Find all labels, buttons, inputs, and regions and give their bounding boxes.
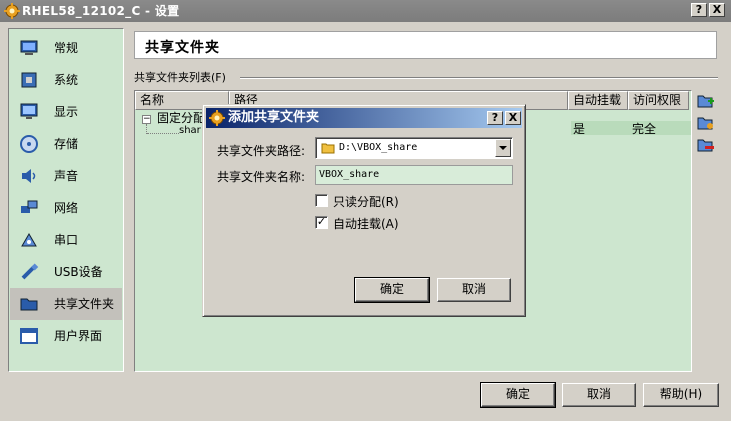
collapse-icon[interactable]: − bbox=[142, 115, 151, 124]
remove-shared-folder-icon[interactable] bbox=[697, 137, 715, 153]
shared-folder-list-label: 共享文件夹列表(F) bbox=[134, 71, 226, 84]
window-close-button[interactable]: X bbox=[709, 3, 725, 17]
serial-port-icon bbox=[21, 233, 37, 247]
storage-icon bbox=[20, 135, 38, 153]
window-title: RHEL58_12102_C - 设置 bbox=[22, 4, 180, 18]
sidebar-item-network[interactable]: 网络 bbox=[10, 192, 122, 224]
share-row-name[interactable]: shar bbox=[179, 124, 201, 138]
automount-label[interactable]: 自动挂载(A) bbox=[333, 215, 399, 232]
sidebar-item-serial-port[interactable]: 串口 bbox=[10, 224, 122, 256]
readonly-label[interactable]: 只读分配(R) bbox=[333, 193, 399, 210]
folder-name-label: 共享文件夹名称: bbox=[217, 170, 306, 184]
dialog-title: 添加共享文件夹 bbox=[228, 110, 320, 125]
display-icon bbox=[20, 103, 38, 119]
virtualbox-gear-icon bbox=[209, 110, 225, 126]
sidebar-item-user-interface[interactable]: 用户界面 bbox=[10, 320, 122, 352]
sidebar-item-storage[interactable]: 存储 bbox=[10, 128, 122, 160]
add-shared-folder-dialog: 添加共享文件夹 ? X 共享文件夹路径: D:\VBOX_share 共享文件夹… bbox=[202, 104, 526, 317]
folder-icon bbox=[321, 143, 335, 154]
sidebar-item-audio[interactable]: 声音 bbox=[10, 160, 122, 192]
sidebar-item-shared-folders[interactable]: 共享文件夹 bbox=[10, 288, 122, 320]
user-interface-icon bbox=[20, 328, 38, 344]
dialog-help-button[interactable]: ? bbox=[487, 111, 503, 125]
system-icon bbox=[21, 72, 37, 88]
automount-checkbox[interactable]: ✓ bbox=[315, 216, 328, 229]
tree-connector bbox=[147, 133, 179, 134]
column-header-auto-mount[interactable]: 自动挂载 bbox=[568, 91, 628, 110]
sidebar-item-display[interactable]: 显示 bbox=[10, 96, 122, 128]
readonly-checkbox[interactable] bbox=[315, 194, 328, 207]
usb-icon bbox=[21, 263, 39, 280]
sidebar-item-general[interactable]: 常规 bbox=[10, 32, 122, 64]
share-row-auto-mount: 是 bbox=[573, 122, 586, 136]
edit-shared-folder-icon[interactable] bbox=[697, 115, 715, 131]
add-shared-folder-icon[interactable] bbox=[697, 93, 715, 109]
dialog-ok-button[interactable]: 确定 bbox=[354, 277, 430, 303]
settings-sidebar: 常规 系统 显示 存储 声音 网络 串口 USB设备 共享文件夹 用户界面 bbox=[8, 28, 124, 372]
folder-path-label: 共享文件夹路径: bbox=[217, 144, 306, 158]
dropdown-arrow-icon[interactable] bbox=[495, 139, 511, 157]
cancel-button[interactable]: 取消 bbox=[562, 383, 636, 407]
dialog-close-button[interactable]: X bbox=[505, 111, 521, 125]
audio-icon bbox=[22, 169, 36, 183]
network-icon bbox=[21, 200, 38, 213]
window-titlebar: RHEL58_12102_C - 设置 ? X bbox=[0, 0, 731, 22]
column-header-access[interactable]: 访问权限 bbox=[628, 91, 689, 110]
page-title: 共享文件夹 bbox=[145, 40, 220, 56]
share-row-access: 完全 bbox=[632, 122, 657, 136]
sidebar-item-system[interactable]: 系统 bbox=[10, 64, 122, 96]
help-button[interactable]: 帮助(H) bbox=[643, 383, 719, 407]
ok-button[interactable]: 确定 bbox=[480, 382, 556, 408]
dialog-cancel-button[interactable]: 取消 bbox=[437, 278, 511, 302]
folder-name-value: VBOX_share bbox=[319, 169, 380, 180]
folder-path-combobox[interactable]: D:\VBOX_share bbox=[315, 137, 513, 159]
folder-path-value: D:\VBOX_share bbox=[339, 142, 418, 153]
window-help-button[interactable]: ? bbox=[691, 3, 707, 17]
sidebar-item-usb[interactable]: USB设备 bbox=[10, 256, 122, 288]
folder-name-input[interactable]: VBOX_share bbox=[315, 165, 513, 185]
general-icon bbox=[20, 40, 38, 55]
group-divider bbox=[240, 77, 718, 79]
shared-folder-icon bbox=[20, 298, 38, 311]
page-title-box: 共享文件夹 bbox=[134, 31, 717, 59]
selected-row-highlight bbox=[571, 121, 691, 135]
tree-group-fixed[interactable]: 固定分配 bbox=[157, 111, 205, 125]
dialog-titlebar: 添加共享文件夹 ? X bbox=[206, 108, 522, 128]
virtualbox-gear-icon bbox=[4, 3, 20, 19]
